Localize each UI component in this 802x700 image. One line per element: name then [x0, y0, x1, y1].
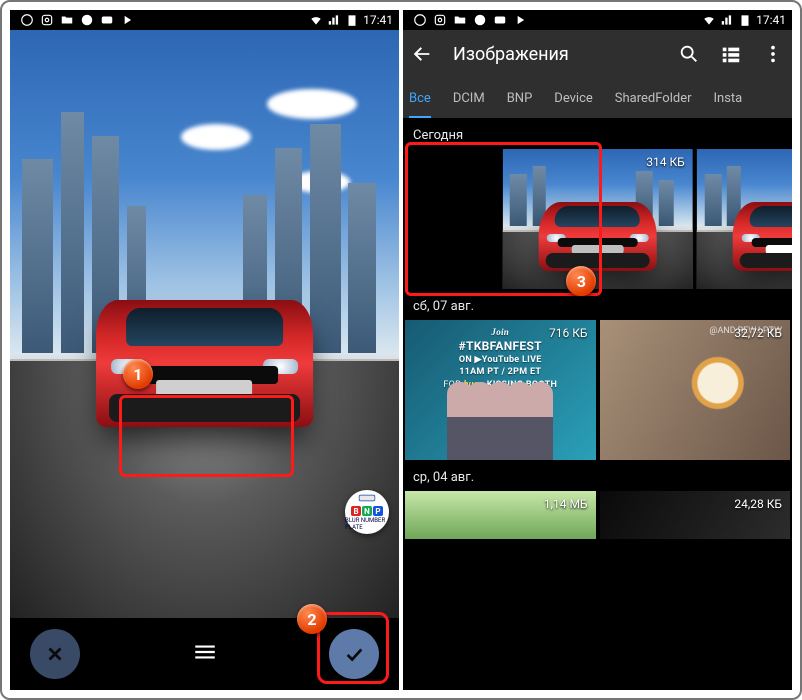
opera-icon	[413, 13, 427, 27]
phone-editor: 17:41	[10, 10, 399, 690]
tab-bnp[interactable]: BNP	[507, 91, 533, 106]
instagram-icon	[433, 13, 447, 27]
tutorial-frame: 17:41	[0, 0, 802, 700]
youtube-icon	[493, 13, 507, 27]
overflow-icon[interactable]	[762, 43, 784, 65]
thumb-fanfest[interactable]: Join #TKBFANFEST ON ▶YouTube LIVE 11AM P…	[405, 320, 596, 460]
shazam-icon	[80, 13, 94, 27]
section-aug07: сб, 07 авг.	[403, 289, 792, 320]
back-icon[interactable]	[411, 43, 433, 65]
thumb-output[interactable]: 314 КБ	[502, 149, 693, 289]
instagram-icon	[40, 13, 54, 27]
tab-all[interactable]: Все	[409, 91, 431, 118]
battery-icon	[345, 13, 359, 27]
thumb-flower[interactable]: @AND.REW.LPTW 32,72 КБ	[600, 320, 791, 460]
thumb-size: 716 КБ	[549, 326, 587, 340]
status-time: 17:41	[756, 13, 786, 27]
thumb-size: 32,72 КБ	[734, 326, 782, 340]
confirm-button[interactable]	[329, 629, 379, 679]
battery-icon	[738, 13, 752, 27]
signal-icon	[327, 13, 341, 27]
wifi-icon	[309, 13, 323, 27]
cancel-button[interactable]	[30, 629, 80, 679]
phone-gallery: 17:41 Изображения Все DCIM BNP Device Sh…	[403, 10, 792, 690]
play-icon	[120, 13, 134, 27]
gallery-toolbar: Изображения	[403, 30, 792, 78]
signal-icon	[720, 13, 734, 27]
tab-insta[interactable]: Insta	[714, 91, 743, 106]
gallery-tabs: Все DCIM BNP Device SharedFolder Insta	[403, 78, 792, 118]
youtube-icon	[100, 13, 114, 27]
wifi-icon	[702, 13, 716, 27]
section-today: Сегодня	[403, 118, 792, 149]
folder-icon	[453, 13, 467, 27]
thumb-cut1[interactable]: 1,14 МБ	[405, 491, 596, 539]
folder-icon	[60, 13, 74, 27]
editor-canvas[interactable]: BNP BLUR NUMBER PLATE 1	[10, 30, 399, 618]
thumb-size: 314 КБ	[646, 155, 684, 169]
opera-icon	[20, 13, 34, 27]
bnp-watermark: BNP BLUR NUMBER PLATE	[345, 490, 389, 534]
search-icon[interactable]	[678, 43, 700, 65]
gallery-title: Изображения	[453, 44, 658, 65]
section-aug04: ср, 04 авг.	[403, 460, 792, 491]
thumb-size: 24,28 КБ	[734, 497, 782, 511]
tab-dcim[interactable]: DCIM	[453, 91, 485, 106]
status-time: 17:41	[363, 13, 393, 27]
thumb-cut2[interactable]: 24,28 КБ	[600, 491, 791, 539]
car-image	[96, 300, 314, 426]
play-icon	[513, 13, 527, 27]
status-bar: 17:41	[10, 10, 399, 30]
tab-device[interactable]: Device	[554, 91, 593, 106]
view-toggle-icon[interactable]	[720, 43, 742, 65]
menu-button[interactable]	[192, 639, 218, 669]
editor-bottom-bar	[10, 618, 399, 690]
thumb-original[interactable]: 1,75 МБ	[697, 149, 792, 289]
shazam-icon	[473, 13, 487, 27]
status-bar: 17:41	[403, 10, 792, 30]
tab-shared[interactable]: SharedFolder	[615, 91, 692, 106]
thumb-size: 1,14 МБ	[544, 497, 588, 511]
